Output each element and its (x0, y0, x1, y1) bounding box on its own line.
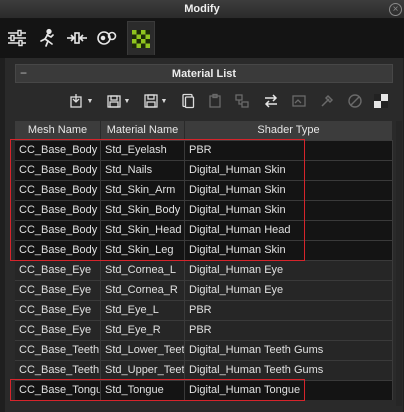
texture-button[interactable] (289, 90, 309, 112)
table-row[interactable]: CC_Base_Body Std_Nails Digital_Human Skin (15, 160, 393, 180)
texture-icon (292, 95, 306, 107)
material-name-cell: Std_Nails (101, 161, 185, 180)
mesh-name-cell: CC_Base_Teeth (15, 341, 101, 360)
material-name-cell: Std_Upper_Teeth (101, 361, 185, 380)
mesh-name-cell: CC_Base_Body (15, 241, 101, 260)
table-row[interactable]: CC_Base_Eye Std_Cornea_R Digital_Human Eye (15, 280, 393, 300)
save-all-icon (143, 94, 158, 108)
save-material-icon (106, 95, 121, 108)
material-list-header[interactable]: − Material List (15, 64, 393, 83)
copy-button[interactable] (178, 90, 198, 112)
mesh-name-cell: CC_Base_Teeth (15, 361, 101, 380)
channel-button[interactable] (345, 90, 365, 112)
material-name-cell: Std_Skin_Arm (101, 181, 185, 200)
sliders-icon (8, 29, 26, 47)
scrollbar[interactable] (396, 121, 402, 406)
copy-icon (182, 93, 195, 109)
table-row[interactable]: CC_Base_Tongue Std_Tongue Digital_Human To… (15, 380, 393, 400)
mesh-name-cell: CC_Base_Body (15, 221, 101, 240)
swap-button[interactable] (261, 90, 281, 112)
shader-type-cell: PBR (185, 141, 393, 160)
material-name-cell: Std_Tongue (101, 381, 185, 400)
material-name-cell: Std_Skin_Leg (101, 241, 185, 260)
paste-icon (209, 93, 221, 108)
material-name-cell: Std_Lower_Teeth (101, 341, 185, 360)
mesh-name-cell: CC_Base_Body (15, 201, 101, 220)
section-title: Material List (171, 68, 237, 80)
tab-motion[interactable] (33, 21, 61, 55)
swap-icon (264, 94, 278, 108)
table-row[interactable]: CC_Base_Body Std_Skin_Head Digital_Human H… (15, 220, 393, 240)
load-material-icon (69, 94, 82, 108)
channel-icon (348, 94, 362, 108)
shader-type-cell: Digital_Human Skin (185, 161, 393, 180)
tab-material[interactable] (127, 21, 155, 55)
morph-icon (67, 32, 87, 44)
mesh-name-cell: CC_Base_Tongue (15, 381, 101, 400)
save-all-button[interactable]: ▼ (141, 90, 169, 112)
material-name-cell: Std_Eye_L (101, 301, 185, 320)
table-row[interactable]: CC_Base_Eye Std_Eye_L PBR (15, 300, 393, 320)
tab-attributes[interactable] (3, 21, 31, 55)
table-row[interactable]: CC_Base_Body Std_Skin_Body Digital_Human S… (15, 200, 393, 220)
material-name-cell: Std_Skin_Head (101, 221, 185, 240)
paste-all-button[interactable] (232, 90, 252, 112)
mesh-name-cell: CC_Base_Eye (15, 261, 101, 280)
shader-type-cell: Digital_Human Head (185, 221, 393, 240)
material-name-cell: Std_Cornea_L (101, 261, 185, 280)
window-title: Modify (184, 3, 220, 15)
window-titlebar: Modify × (0, 0, 404, 19)
table-row[interactable]: CC_Base_Eye Std_Cornea_L Digital_Human Eye (15, 260, 393, 280)
shader-type-cell: Digital_Human Teeth Gums (185, 341, 393, 360)
shader-type-cell: PBR (185, 321, 393, 340)
material-name-cell: Std_Eye_R (101, 321, 185, 340)
mesh-name-cell: CC_Base_Eye (15, 301, 101, 320)
table-row[interactable]: CC_Base_Eye Std_Eye_R PBR (15, 320, 393, 340)
load-material-button[interactable]: ▼ (67, 90, 95, 112)
material-name-cell: Std_Eyelash (101, 141, 185, 160)
shader-type-cell: Digital_Human Skin (185, 241, 393, 260)
table-row[interactable]: CC_Base_Body Std_Skin_Leg Digital_Human Sk… (15, 240, 393, 260)
tab-bar (0, 19, 404, 58)
shader-type-cell: Digital_Human Tongue (185, 381, 393, 400)
shader-type-cell: Digital_Human Teeth Gums (185, 361, 393, 380)
shader-type-cell: Digital_Human Eye (185, 281, 393, 300)
material-toolbar: ▼ ▼ ▼ (15, 88, 395, 116)
shader-type-cell: Digital_Human Eye (185, 261, 393, 280)
column-header-shader[interactable]: Shader Type (185, 121, 393, 140)
mesh-name-cell: CC_Base_Body (15, 141, 101, 160)
mesh-name-cell: CC_Base_Eye (15, 321, 101, 340)
tab-morph[interactable] (63, 21, 91, 55)
palette-icon (97, 31, 117, 45)
close-icon[interactable]: × (389, 3, 402, 16)
table-row[interactable]: CC_Base_Body Std_Eyelash PBR (15, 140, 393, 160)
checker-button[interactable] (371, 90, 391, 112)
eyedropper-icon (321, 94, 334, 107)
shader-type-cell: Digital_Human Skin (185, 201, 393, 220)
tab-appearance[interactable] (93, 21, 121, 55)
shader-type-cell: PBR (185, 301, 393, 320)
table-row[interactable]: CC_Base_Body Std_Skin_Arm Digital_Human Sk… (15, 180, 393, 200)
save-material-button[interactable]: ▼ (104, 90, 132, 112)
material-name-cell: Std_Skin_Body (101, 201, 185, 220)
table-row[interactable]: CC_Base_Teeth Std_Lower_Teeth Digital_Huma… (15, 340, 393, 360)
material-name-cell: Std_Cornea_R (101, 281, 185, 300)
checker-icon (374, 94, 388, 108)
checker-material-icon (132, 29, 150, 48)
paste-all-icon (235, 94, 249, 108)
shader-type-cell: Digital_Human Skin (185, 181, 393, 200)
paste-button[interactable] (205, 90, 225, 112)
mesh-name-cell: CC_Base_Body (15, 161, 101, 180)
table-row[interactable]: CC_Base_Teeth Std_Upper_Teeth Digital_Huma… (15, 360, 393, 380)
column-header-material[interactable]: Material Name (101, 121, 185, 140)
running-figure-icon (40, 28, 54, 47)
column-header-mesh[interactable]: Mesh Name (15, 121, 101, 140)
mesh-name-cell: CC_Base_Body (15, 181, 101, 200)
mesh-name-cell: CC_Base_Eye (15, 281, 101, 300)
eyedropper-button[interactable] (317, 90, 337, 112)
